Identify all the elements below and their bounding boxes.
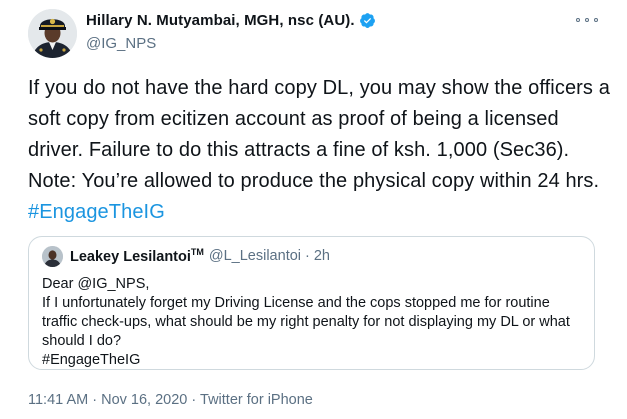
quoted-text: Dear @IG_NPS, If I unfortunately forget … [42, 275, 587, 370]
tweet-time[interactable]: 11:41 AM [28, 392, 88, 408]
separator-dot: · [92, 392, 98, 408]
author-display-name[interactable]: Hillary N. Mutyambai, MGH, nsc (AU). [86, 12, 355, 29]
separator-dot: · [305, 247, 310, 264]
quoted-tweet[interactable]: Leakey LesilantoiTM @L_Lesilantoi · 2h D… [28, 236, 595, 370]
separator-dot: · [191, 392, 197, 408]
hashtag-link[interactable]: #EngageTheIG [28, 201, 165, 223]
quoted-author-avatar[interactable] [42, 246, 63, 267]
more-horizontal-icon[interactable] [576, 12, 598, 28]
quoted-name-text: Leakey Lesilantoi [70, 248, 191, 265]
quoted-line-question: If I unfortunately forget my Driving Lic… [42, 295, 570, 349]
tweet-text: If you do not have the hard copy DL, you… [28, 73, 618, 228]
dot-icon [594, 18, 598, 22]
quoted-timestamp[interactable]: 2h [314, 248, 330, 264]
tweet-body: If you do not have the hard copy DL, you… [28, 77, 610, 192]
tweet-date[interactable]: Nov 16, 2020 [101, 392, 187, 408]
verified-badge-icon [359, 12, 376, 29]
tweet: Hillary N. Mutyambai, MGH, nsc (AU). @IG… [0, 0, 627, 419]
trademark-mark: TM [190, 247, 204, 257]
author-name-row[interactable]: Hillary N. Mutyambai, MGH, nsc (AU). [86, 12, 376, 29]
quoted-line-greeting: Dear @IG_NPS, [42, 276, 150, 292]
tweet-source[interactable]: Twitter for iPhone [200, 392, 313, 408]
author-handle[interactable]: @IG_NPS [86, 35, 156, 52]
quoted-line-hashtag: #EngageTheIG [42, 352, 141, 368]
quoted-handle[interactable]: @L_Lesilantoi [209, 248, 301, 264]
dot-icon [576, 18, 580, 22]
author-avatar[interactable] [28, 9, 77, 58]
dot-icon [585, 18, 589, 22]
tweet-meta: 11:41 AM · Nov 16, 2020 · Twitter for iP… [28, 392, 313, 408]
quoted-display-name[interactable]: Leakey LesilantoiTM [70, 247, 204, 265]
quoted-header: Leakey LesilantoiTM @L_Lesilantoi · 2h [70, 247, 330, 265]
